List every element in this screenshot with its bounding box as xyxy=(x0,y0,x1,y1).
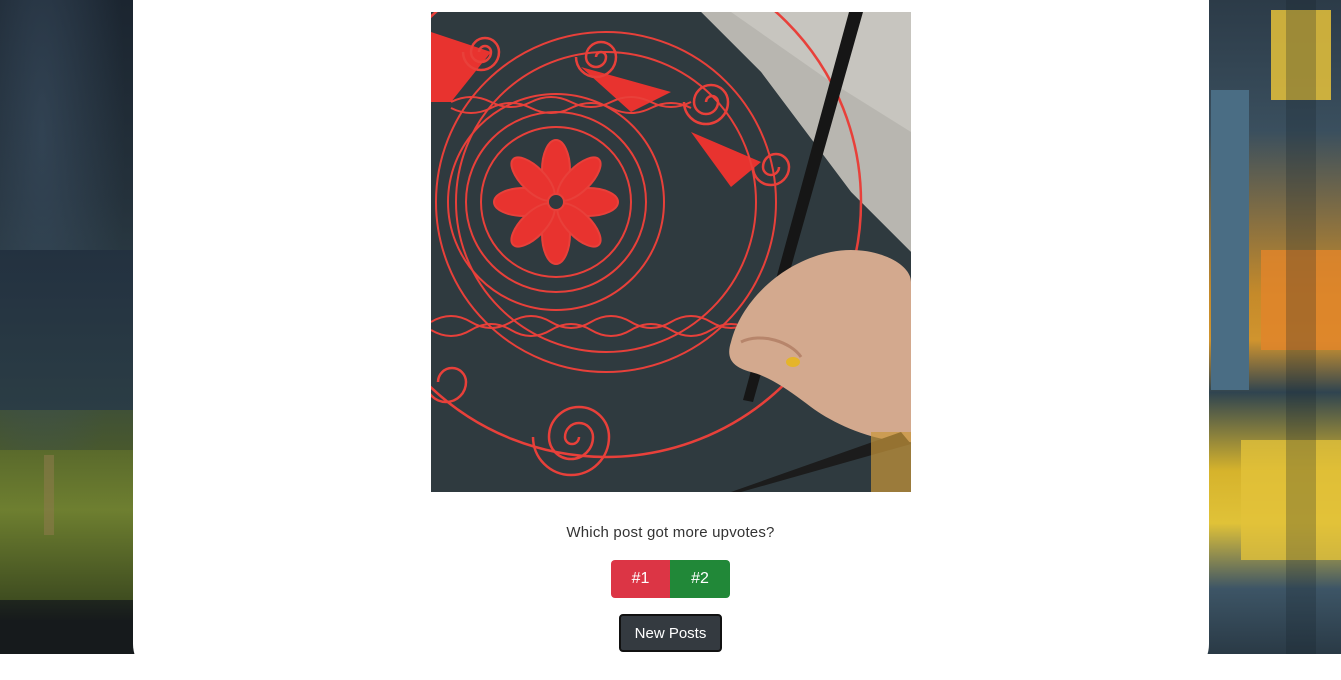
background-right-wall xyxy=(1201,0,1341,654)
question-text: Which post got more upvotes? xyxy=(566,524,775,541)
background-post xyxy=(44,455,54,535)
artwork-image-icon xyxy=(431,12,911,492)
background-shadow xyxy=(1286,0,1316,654)
background-panel xyxy=(1211,90,1249,390)
vote-post-1-button[interactable]: #1 xyxy=(611,560,670,598)
vote-button-group: #1 #2 xyxy=(611,560,730,598)
post-image xyxy=(431,12,911,492)
new-posts-button[interactable]: New Posts xyxy=(619,614,722,652)
background-hill xyxy=(0,250,140,410)
vote-post-2-button[interactable]: #2 xyxy=(670,560,730,598)
background-left-landscape xyxy=(0,0,140,654)
